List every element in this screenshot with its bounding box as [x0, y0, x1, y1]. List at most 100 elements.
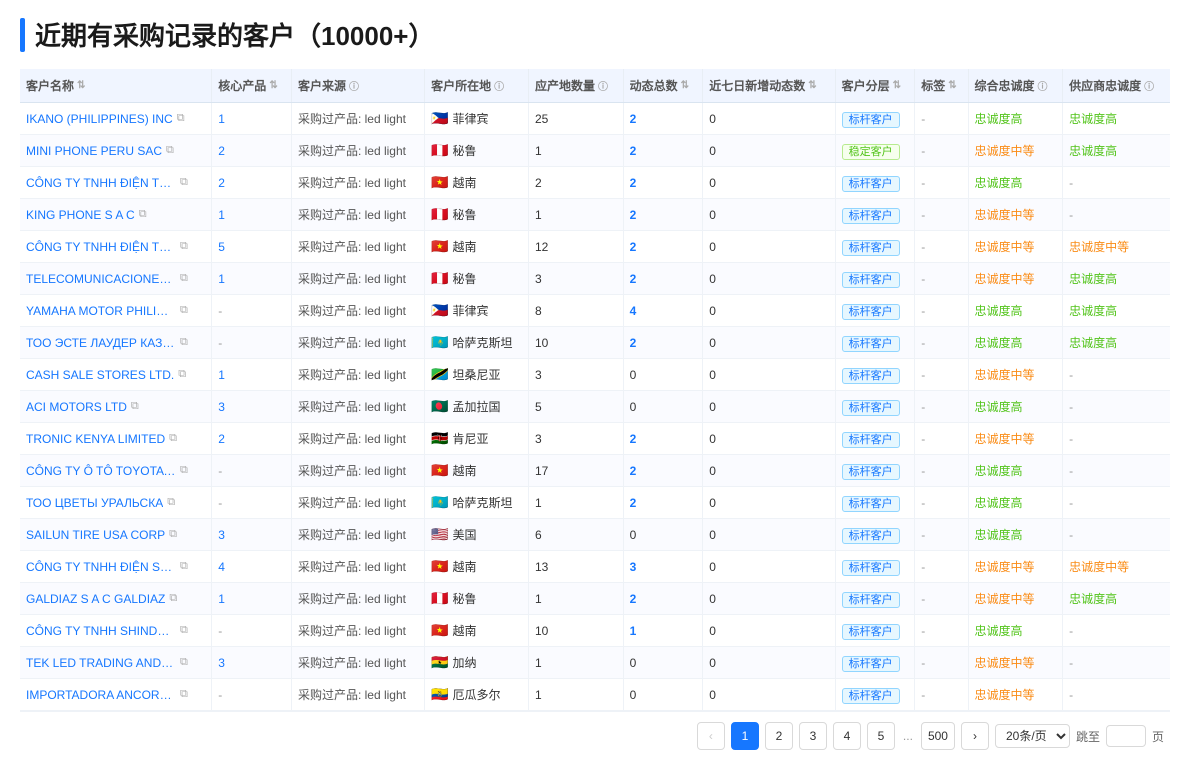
- loyalty-score-cell: 忠诚度高: [968, 103, 1063, 135]
- source-cell: 采购过产品: led light: [291, 263, 424, 295]
- customer-name[interactable]: KING PHONE S A C ⧉: [26, 208, 196, 222]
- customer-name[interactable]: CÔNG TY TNHH ĐIỆN TỬ SNC ... ⧉: [26, 176, 196, 190]
- customer-name[interactable]: CASH SALE STORES LTD. ⧉: [26, 368, 196, 382]
- copy-icon[interactable]: ⧉: [131, 400, 139, 413]
- customer-level-cell: 标杆客户: [835, 327, 915, 359]
- customer-name[interactable]: CÔNG TY TNHH ĐIỆN TỬ SAMS... ⧉: [26, 240, 196, 254]
- dynamic-total-cell: 2: [623, 487, 703, 519]
- dynamic-total-cell: 0: [623, 679, 703, 711]
- core-product-cell: 1: [212, 103, 292, 135]
- country-flag: 🇵🇪: [431, 206, 448, 223]
- col-supplier-count[interactable]: 应产地数量 ⓘ: [528, 69, 623, 103]
- customer-name[interactable]: IKANO (PHILIPPINES) INC ⧉: [26, 112, 196, 126]
- core-product-cell: 3: [212, 647, 292, 679]
- location-cell: 🇻🇳 越南: [425, 615, 529, 647]
- goto-input[interactable]: [1106, 725, 1146, 747]
- customer-name[interactable]: TRONIC KENYA LIMITED ⧉: [26, 432, 196, 446]
- table-row: IMPORTADORA ANCORP CIA LT... ⧉ -采购过产品: l…: [20, 679, 1170, 711]
- page-container: 近期有采购记录的客户（10000+） 客户名称 ⇅ 核心产品 ⇅: [0, 0, 1190, 770]
- customer-name[interactable]: IMPORTADORA ANCORP CIA LT... ⧉: [26, 688, 196, 702]
- customer-name-cell: CÔNG TY TNHH SHINDENGEN ... ⧉: [20, 615, 212, 647]
- page-1-button[interactable]: 1: [731, 722, 759, 750]
- new-7days-cell: 0: [703, 199, 835, 231]
- copy-icon[interactable]: ⧉: [180, 560, 188, 573]
- copy-icon[interactable]: ⧉: [180, 176, 188, 189]
- copy-icon[interactable]: ⧉: [169, 432, 177, 445]
- location-cell: 🇻🇳 越南: [425, 231, 529, 263]
- supplier-count-cell: 1: [528, 199, 623, 231]
- col-name[interactable]: 客户名称 ⇅: [20, 69, 212, 103]
- supplier-loyalty-cell: 忠诚度高: [1063, 103, 1170, 135]
- col-new-7days[interactable]: 近七日新增动态数 ⇅: [703, 69, 835, 103]
- page-5-button[interactable]: 5: [867, 722, 895, 750]
- customer-name[interactable]: ACI MOTORS LTD ⧉: [26, 400, 196, 414]
- customer-name[interactable]: CÔNG TY TNHH ĐIỆN STANLEY... ⧉: [26, 560, 196, 574]
- customer-name[interactable]: MINI PHONE PERU SAC ⧉: [26, 144, 196, 158]
- col-tags[interactable]: 标签 ⇅: [915, 69, 968, 103]
- core-product-cell: -: [212, 455, 292, 487]
- tags-cell: -: [915, 199, 968, 231]
- table-row: SAILUN TIRE USA CORP ⧉ 3采购过产品: led light…: [20, 519, 1170, 551]
- tags-cell: -: [915, 647, 968, 679]
- copy-icon[interactable]: ⧉: [180, 624, 188, 637]
- col-dynamic-total[interactable]: 动态总数 ⇅: [623, 69, 703, 103]
- copy-icon[interactable]: ⧉: [139, 208, 147, 221]
- col-supplier-loyalty[interactable]: 供应商忠诚度 ⓘ: [1063, 69, 1170, 103]
- col-location[interactable]: 客户所在地 ⓘ: [425, 69, 529, 103]
- page-3-button[interactable]: 3: [799, 722, 827, 750]
- customer-name[interactable]: TEK LED TRADING AND MANUF... ⧉: [26, 656, 196, 670]
- copy-icon[interactable]: ⧉: [178, 368, 186, 381]
- customer-name[interactable]: CÔNG TY Ô TÔ TOYOTA VIỆT N... ⧉: [26, 464, 196, 478]
- page-size-select[interactable]: 20条/页: [995, 724, 1070, 748]
- copy-icon[interactable]: ⧉: [166, 144, 174, 157]
- col-loyalty[interactable]: 综合忠诚度 ⓘ: [968, 69, 1063, 103]
- copy-icon[interactable]: ⧉: [169, 592, 177, 605]
- col-core-product[interactable]: 核心产品 ⇅: [212, 69, 292, 103]
- core-product-cell: 1: [212, 199, 292, 231]
- customer-name[interactable]: ТОО ЦВЕТЫ УРАЛЬСКА ⧉: [26, 496, 196, 510]
- pagination-bar: ‹ 1 2 3 4 5 ... 500 › 20条/页 跳至 页: [20, 711, 1170, 754]
- copy-icon[interactable]: ⧉: [177, 112, 185, 125]
- dynamic-total-cell: 3: [623, 551, 703, 583]
- country-flag: 🇰🇪: [431, 430, 448, 447]
- customer-name[interactable]: ТОО ЭСТЕ ЛАУДЕР КАЗАХСТАН ⧉: [26, 336, 196, 350]
- next-page-button[interactable]: ›: [961, 722, 989, 750]
- page-4-button[interactable]: 4: [833, 722, 861, 750]
- table-row: CÔNG TY TNHH SHINDENGEN ... ⧉ -采购过产品: le…: [20, 615, 1170, 647]
- customer-name[interactable]: TELECOMUNICACIONES VALLE ... ⧉: [26, 272, 196, 286]
- copy-icon[interactable]: ⧉: [180, 464, 188, 477]
- customer-name-cell: TELECOMUNICACIONES VALLE ... ⧉: [20, 263, 212, 295]
- copy-icon[interactable]: ⧉: [180, 336, 188, 349]
- country-name: 厄瓜多尔: [453, 686, 501, 703]
- location-cell: 🇬🇭 加纳: [425, 647, 529, 679]
- last-page-button[interactable]: 500: [921, 722, 955, 750]
- tags-cell: -: [915, 455, 968, 487]
- col-source[interactable]: 客户来源 ⓘ: [291, 69, 424, 103]
- copy-icon[interactable]: ⧉: [180, 272, 188, 285]
- prev-page-button[interactable]: ‹: [697, 722, 725, 750]
- customer-name[interactable]: CÔNG TY TNHH SHINDENGEN ... ⧉: [26, 624, 196, 638]
- customer-level-cell: 标杆客户: [835, 295, 915, 327]
- loyalty-score-cell: 忠诚度高: [968, 615, 1063, 647]
- customer-name-cell: IKANO (PHILIPPINES) INC ⧉: [20, 103, 212, 135]
- loyalty-score-cell: 忠诚度高: [968, 455, 1063, 487]
- copy-icon[interactable]: ⧉: [169, 528, 177, 541]
- dynamic-total-cell: 2: [623, 263, 703, 295]
- copy-icon[interactable]: ⧉: [180, 688, 188, 701]
- copy-icon[interactable]: ⧉: [167, 496, 175, 509]
- loyalty-score-cell: 忠诚度中等: [968, 583, 1063, 615]
- copy-icon[interactable]: ⧉: [180, 240, 188, 253]
- tags-cell: -: [915, 135, 968, 167]
- country-flag: 🇵🇪: [431, 590, 448, 607]
- copy-icon[interactable]: ⧉: [180, 304, 188, 317]
- customer-name[interactable]: SAILUN TIRE USA CORP ⧉: [26, 528, 196, 542]
- sort-icon-level: ⇅: [893, 80, 901, 91]
- copy-icon[interactable]: ⧉: [180, 656, 188, 669]
- page-2-button[interactable]: 2: [765, 722, 793, 750]
- col-customer-level[interactable]: 客户分层 ⇅: [835, 69, 915, 103]
- customer-level-cell: 标杆客户: [835, 583, 915, 615]
- source-cell: 采购过产品: led light: [291, 199, 424, 231]
- tags-cell: -: [915, 487, 968, 519]
- customer-name[interactable]: GALDIAZ S A C GALDIAZ ⧉: [26, 592, 196, 606]
- customer-name[interactable]: YAMAHA MOTOR PHILIPPINES I... ⧉: [26, 304, 196, 318]
